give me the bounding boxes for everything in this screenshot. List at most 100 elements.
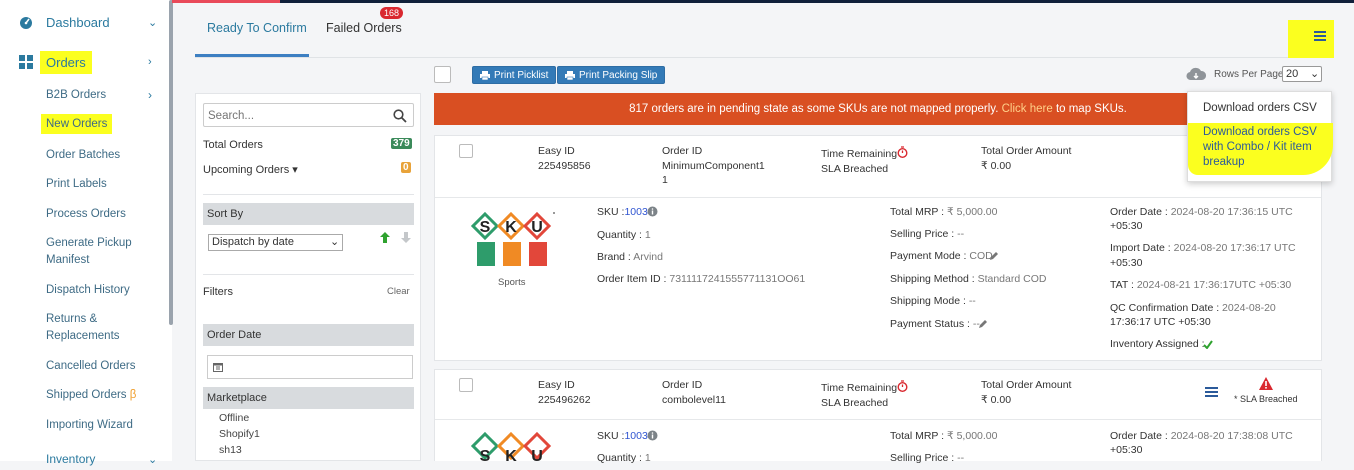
import-date-value: 2024-08-20 17:36:17 UTC bbox=[1173, 242, 1296, 254]
print-picklist-button[interactable]: Print Picklist bbox=[472, 66, 557, 84]
svg-text:K: K bbox=[505, 448, 517, 462]
chevron-down-icon: ⌄ bbox=[330, 236, 340, 248]
total-amount-value: ₹ 0.00 bbox=[981, 394, 1012, 406]
order-date-label: Order Date : bbox=[1110, 430, 1168, 442]
sidebar-item-b2b-orders[interactable]: B2B Orders bbox=[46, 87, 106, 103]
banner-suffix: to map SKUs. bbox=[1055, 103, 1127, 115]
order-date-row: Order Date : 2024-08-20 17:36:15 UTC bbox=[1110, 206, 1293, 218]
sku-logo-image: S K U bbox=[471, 431, 552, 462]
stopwatch-icon bbox=[897, 146, 908, 158]
order-id-link-cont[interactable]: 1 bbox=[662, 174, 668, 186]
quantity-label: Quantity : bbox=[597, 452, 642, 464]
tat-label: TAT : bbox=[1110, 279, 1134, 291]
sidebar-scrollbar[interactable] bbox=[169, 0, 173, 325]
tab-failed-orders[interactable]: Failed Orders bbox=[326, 21, 402, 35]
quantity-value: 1 bbox=[644, 229, 651, 241]
order-date-row: Order Date : 2024-08-20 17:38:08 UTC bbox=[1110, 430, 1293, 442]
order-date-tz: +05:30 bbox=[1110, 220, 1143, 232]
print-packing-slip-button[interactable]: Print Packing Slip bbox=[557, 66, 666, 84]
qc-date-row: QC Confirmation Date : 2024-08-20 bbox=[1110, 302, 1276, 314]
sort-by-header: Sort By bbox=[203, 203, 414, 225]
inventory-assigned-label: Inventory Assigned : bbox=[1110, 338, 1205, 350]
order-date-input[interactable] bbox=[207, 355, 413, 379]
download-combo-csv-option[interactable]: Download orders CSV with Combo / Kit ite… bbox=[1188, 123, 1333, 175]
edit-pencil-icon[interactable] bbox=[978, 319, 988, 329]
upcoming-orders-label[interactable]: Upcoming Orders ▾ bbox=[203, 163, 298, 176]
sidebar-item-manifest[interactable]: Manifest bbox=[46, 252, 89, 268]
order-item-id-label: Order Item ID : bbox=[597, 273, 667, 285]
sidebar-item-new-orders[interactable]: New Orders bbox=[41, 114, 113, 134]
sidebar-item-returns[interactable]: Returns & bbox=[46, 311, 97, 327]
order-date-value: 2024-08-20 17:36:15 UTC bbox=[1170, 206, 1293, 218]
qc-date-value: 2024-08-20 bbox=[1222, 302, 1276, 314]
button-label: Print Picklist bbox=[494, 69, 549, 81]
clear-filters-link[interactable]: Clear bbox=[387, 286, 410, 297]
order-checkbox[interactable] bbox=[459, 378, 473, 392]
divider bbox=[435, 197, 1321, 198]
marketplace-option[interactable]: Shopify1 bbox=[219, 428, 260, 440]
sort-descending-icon[interactable] bbox=[400, 231, 412, 244]
svg-text:S: S bbox=[480, 219, 491, 236]
sidebar-item-shipped-orders[interactable]: Shipped Orders β bbox=[46, 387, 136, 403]
tab-ready-to-confirm[interactable]: Ready To Confirm bbox=[207, 21, 307, 35]
chevron-down-icon: ⌄ bbox=[148, 453, 158, 466]
svg-text:U: U bbox=[531, 219, 543, 236]
product-image: S K U bbox=[471, 430, 555, 462]
selling-price-row: Selling Price : -- bbox=[890, 228, 964, 240]
search-icon[interactable] bbox=[393, 109, 407, 123]
sidebar-item-dispatch-history[interactable]: Dispatch History bbox=[46, 282, 130, 298]
check-icon bbox=[1203, 340, 1213, 349]
sidebar-item-inventory[interactable]: Inventory ⌄ bbox=[0, 448, 165, 470]
sku-label: SKU : bbox=[597, 206, 625, 218]
sku-link[interactable]: 1003 bbox=[624, 430, 647, 442]
tat-row: TAT : 2024-08-21 17:36:17UTC +05:30 bbox=[1110, 279, 1291, 291]
rows-per-page-select[interactable]: 20 ⌄ bbox=[1282, 66, 1322, 82]
info-icon[interactable] bbox=[647, 430, 658, 441]
sidebar-item-print-labels[interactable]: Print Labels bbox=[46, 176, 107, 192]
sort-by-select[interactable]: Dispatch by date ⌄ bbox=[208, 234, 343, 251]
order-id-link[interactable]: MinimumComponent1 bbox=[662, 160, 765, 172]
cloud-download-icon[interactable] bbox=[1186, 67, 1206, 81]
sort-ascending-icon[interactable] bbox=[379, 231, 391, 244]
total-orders-label[interactable]: Total Orders bbox=[203, 139, 263, 151]
order-checkbox[interactable] bbox=[459, 144, 473, 158]
sku-link[interactable]: 1003 bbox=[624, 206, 647, 218]
order-menu-icon[interactable] bbox=[1205, 386, 1218, 398]
sidebar-item-importing-wizard[interactable]: Importing Wizard bbox=[46, 417, 133, 433]
sidebar-item-process-orders[interactable]: Process Orders bbox=[46, 206, 126, 222]
sidebar-item-dashboard[interactable]: Dashboard ⌄ bbox=[0, 11, 165, 33]
order-date-label: Order Date : bbox=[1110, 206, 1168, 218]
order-item-id-value: 7311117241555771131OO61 bbox=[669, 273, 806, 285]
search-input[interactable] bbox=[208, 108, 388, 123]
info-icon[interactable] bbox=[647, 206, 658, 217]
shipping-method-value: Standard COD bbox=[977, 273, 1047, 285]
dashboard-icon bbox=[20, 17, 32, 29]
total-orders-count: 379 bbox=[391, 138, 412, 149]
order-id-label: Order ID bbox=[662, 145, 703, 157]
search-field[interactable] bbox=[203, 103, 414, 127]
chevron-down-icon: ⌄ bbox=[148, 16, 158, 29]
selling-price-label: Selling Price : bbox=[890, 452, 955, 464]
sku-row: SKU :1003 bbox=[597, 206, 648, 218]
select-all-checkbox[interactable] bbox=[434, 66, 451, 83]
chevron-right-icon[interactable]: › bbox=[148, 88, 152, 102]
map-skus-link[interactable]: Click here bbox=[1002, 103, 1053, 115]
easy-id-value: 225496262 bbox=[538, 394, 591, 406]
menu-button[interactable] bbox=[1288, 20, 1334, 58]
brand-row: Brand : Arvind bbox=[597, 251, 663, 263]
chevron-right-icon: › bbox=[148, 56, 152, 68]
order-id-link[interactable]: combolevel11 bbox=[662, 394, 726, 406]
sidebar-item-cancelled-orders[interactable]: Cancelled Orders bbox=[46, 358, 135, 374]
sidebar-item-generate-pickup[interactable]: Generate Pickup bbox=[46, 235, 132, 251]
sidebar-item-label: Orders bbox=[40, 50, 92, 74]
sku-row: SKU :1003 bbox=[597, 430, 648, 442]
sidebar-item-order-batches[interactable]: Order Batches bbox=[46, 147, 120, 163]
edit-pencil-icon[interactable] bbox=[989, 251, 999, 261]
download-orders-csv-option[interactable]: Download orders CSV bbox=[1203, 102, 1317, 114]
sidebar-item-replacements[interactable]: Replacements bbox=[46, 328, 120, 344]
grid-icon bbox=[19, 55, 33, 69]
marketplace-option[interactable]: sh13 bbox=[219, 444, 242, 456]
marketplace-option[interactable]: Offline bbox=[219, 412, 249, 424]
sidebar-item-orders[interactable]: Orders › bbox=[0, 50, 165, 74]
total-mrp-row: Total MRP : ₹ 5,000.00 bbox=[890, 206, 997, 218]
